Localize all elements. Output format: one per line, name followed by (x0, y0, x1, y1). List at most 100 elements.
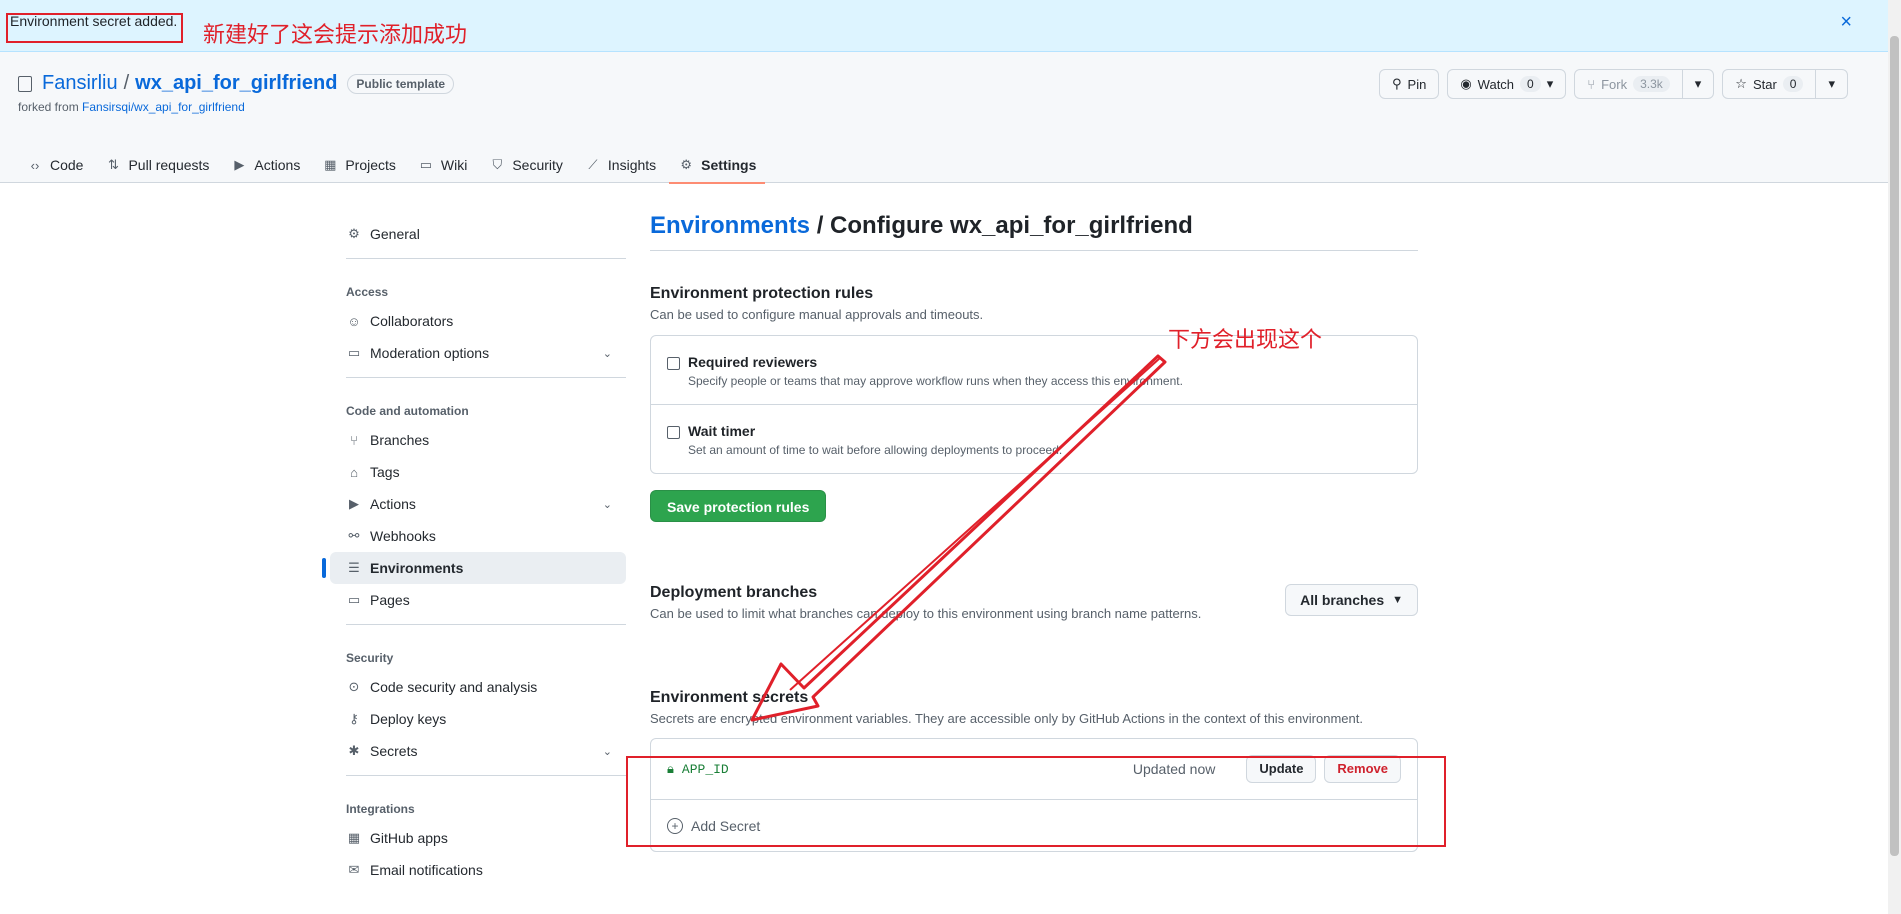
repo-actions: ⚲ Pin ◉ Watch 0 ▾ ⑂ Fork 3.3k ▾ ☆ Star 0… (1379, 69, 1848, 99)
sidebar-item-secrets[interactable]: ✱ Secrets ⌄ (330, 735, 626, 767)
tab-security[interactable]: ⛉ Security (480, 147, 572, 183)
watch-label: Watch (1477, 76, 1515, 92)
watch-button[interactable]: ◉ Watch 0 ▾ (1447, 69, 1567, 99)
book-icon: ▭ (419, 157, 433, 172)
sidebar-item-branches[interactable]: ⑂ Branches (330, 424, 626, 456)
tab-label: Code (50, 157, 84, 173)
sidebar-divider (346, 624, 626, 625)
sidebar-heading-security: Security (346, 651, 394, 665)
repo-owner-link[interactable]: Fansirliu (42, 72, 118, 95)
tag-icon: ⌂ (350, 464, 358, 480)
pin-label: Pin (1407, 76, 1427, 92)
pin-button[interactable]: ⚲ Pin (1379, 69, 1440, 99)
repo-name-link[interactable]: wx_api_for_girlfriend (135, 72, 337, 95)
star-dropdown[interactable]: ▾ (1815, 70, 1847, 98)
sidebar-item-label: Deploy keys (370, 711, 447, 727)
annotation-box-secret (626, 756, 1446, 847)
close-icon[interactable]: × (1840, 12, 1852, 32)
fork-dropdown[interactable]: ▾ (1681, 70, 1714, 98)
browser-icon: ▭ (347, 592, 361, 607)
watch-button-inner: ◉ Watch 0 ▾ (1448, 70, 1565, 98)
pin-button-inner: ⚲ Pin (1380, 70, 1438, 98)
breadcrumb-environments-link[interactable]: Environments (650, 212, 810, 239)
fork-button[interactable]: ⑂ Fork 3.3k (1575, 70, 1682, 98)
tab-projects[interactable]: ▦ Projects (313, 147, 405, 183)
caret-down-icon: ▼ (1392, 594, 1403, 606)
eye-icon: ◉ (1460, 76, 1472, 91)
repo-header: Fansirliu / wx_api_for_girlfriend Public… (0, 52, 1888, 184)
sidebar-item-environments[interactable]: ☰ Environments (322, 552, 626, 584)
tab-label: Settings (701, 157, 757, 173)
sidebar-item-email-notifications[interactable]: ✉ Email notifications (330, 854, 626, 886)
sidebar-item-webhooks[interactable]: ⚯ Webhooks (330, 520, 626, 552)
scrollbar-thumb[interactable] (1890, 36, 1899, 856)
annotation-text-arrow: 下方会出现这个 (1168, 328, 1323, 353)
sidebar-item-code-security[interactable]: ⊙ Code security and analysis (330, 671, 626, 703)
play-icon: ▶ (234, 157, 245, 172)
wait-timer-row: Wait timer Set an amount of time to wait… (651, 404, 1417, 473)
server-icon: ☰ (348, 560, 360, 575)
asterisk-icon: ✱ (348, 743, 360, 758)
protection-rules-section: Environment protection rules Can be used… (650, 285, 1418, 522)
sidebar-item-general[interactable]: ⚙ General (330, 218, 626, 250)
sidebar-item-moderation[interactable]: ▭ Moderation options ⌄ (330, 337, 626, 369)
tab-settings[interactable]: ⚙ Settings (669, 147, 766, 184)
sidebar-item-label: General (370, 226, 420, 242)
tab-label: Wiki (440, 157, 468, 173)
forked-source-link[interactable]: Fansirsqi/wx_api_for_girlfriend (82, 100, 245, 114)
sidebar-item-label: GitHub apps (370, 830, 448, 846)
secrets-title: Environment secrets (650, 689, 809, 706)
sidebar-item-label: Collaborators (370, 313, 454, 329)
sidebar-item-actions[interactable]: ▶ Actions ⌄ (330, 488, 626, 520)
sidebar-item-label: Code security and analysis (370, 679, 538, 695)
page-scrollbar[interactable] (1888, 0, 1901, 914)
tab-wiki[interactable]: ▭ Wiki (409, 147, 476, 183)
tab-code[interactable]: ‹› Code (18, 147, 92, 183)
all-branches-dropdown[interactable]: All branches ▼ (1285, 584, 1418, 616)
code-icon: ‹› (30, 157, 40, 173)
tab-insights[interactable]: ⟋ Insights (576, 147, 665, 183)
gear-icon: ⚙ (348, 226, 360, 241)
annotation-box-flash (6, 13, 183, 43)
forked-from: forked from Fansirsqi/wx_api_for_girlfri… (18, 100, 245, 114)
repo-tabs: ‹› Code ⇅ Pull requests ▶ Actions ▦ Projects… (18, 147, 766, 184)
sidebar-item-collaborators[interactable]: ☺ Collaborators (330, 305, 626, 337)
visibility-badge: Public template (347, 73, 455, 94)
pin-icon: ⚲ (1392, 76, 1402, 91)
sidebar-item-pages[interactable]: ▭ Pages (330, 584, 626, 616)
tab-label: Pull requests (128, 157, 210, 173)
repo-separator: / (123, 72, 130, 94)
webhook-icon: ⚯ (348, 528, 360, 543)
tab-pull-requests[interactable]: ⇅ Pull requests (96, 147, 218, 183)
chevron-down-icon: ⌄ (602, 347, 612, 360)
wait-timer-checkbox[interactable] (667, 426, 680, 439)
fork-icon: ⑂ (1587, 76, 1596, 92)
table-icon: ▦ (324, 157, 337, 172)
tab-label: Actions (254, 157, 301, 173)
star-label: Star (1752, 76, 1777, 92)
watch-counter: 0 (1520, 76, 1541, 92)
sidebar-item-deploy-keys[interactable]: ⚷ Deploy keys (330, 703, 626, 735)
tab-label: Security (512, 157, 563, 173)
sidebar-divider (346, 258, 626, 259)
forked-prefix: forked from (18, 100, 79, 114)
sidebar-item-github-apps[interactable]: ▦ GitHub apps (330, 822, 626, 854)
tab-actions[interactable]: ▶ Actions (222, 147, 309, 183)
sidebar-heading-code: Code and automation (346, 404, 469, 418)
star-button[interactable]: ☆ Star 0 (1723, 70, 1815, 98)
sidebar-item-tags[interactable]: ⌂ Tags (330, 456, 626, 488)
caret-down-icon: ▾ (1828, 76, 1835, 91)
page-title: Environments / Configure wx_api_for_girl… (650, 212, 1418, 251)
sidebar-item-label: Tags (370, 464, 400, 480)
save-protection-rules-button[interactable]: Save protection rules (650, 490, 827, 522)
shield-icon: ⛉ (492, 157, 503, 172)
deployment-branches-section: Deployment branches Can be used to limit… (650, 584, 1418, 621)
required-reviewers-checkbox[interactable] (667, 357, 680, 370)
sidebar-heading-integrations: Integrations (346, 802, 415, 816)
page-title-rest: / Configure wx_api_for_girlfriend (816, 212, 1193, 239)
secrets-desc: Secrets are encrypted environment variab… (650, 711, 1363, 726)
required-reviewers-label: Required reviewers (688, 354, 818, 370)
pull-request-icon: ⇅ (108, 157, 119, 172)
fork-counter: 3.3k (1633, 76, 1670, 92)
protection-title: Environment protection rules (650, 285, 874, 302)
